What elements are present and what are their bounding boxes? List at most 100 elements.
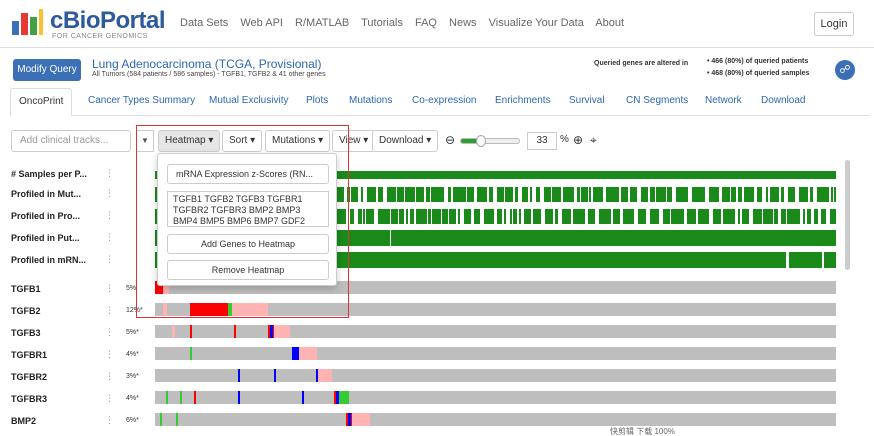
alteration-mark bbox=[274, 369, 276, 382]
gene-label-tgfb2[interactable]: TGFB2 bbox=[11, 306, 41, 316]
track-menu-icon[interactable]: ⋮ bbox=[105, 305, 114, 316]
track-menu-icon[interactable]: ⋮ bbox=[105, 327, 114, 338]
logo-subtitle: FOR CANCER GENOMICS bbox=[52, 33, 148, 40]
tab-cn-segments[interactable]: CN Segments bbox=[626, 88, 688, 116]
tab-mutations[interactable]: Mutations bbox=[349, 88, 392, 116]
track-menu-icon[interactable]: ⋮ bbox=[105, 393, 114, 404]
zoom-in-icon[interactable]: ⊕ bbox=[573, 133, 583, 147]
profiled-track-segment bbox=[821, 209, 826, 224]
tab-co-expression[interactable]: Co-expression bbox=[412, 88, 476, 116]
tab-enrichments[interactable]: Enrichments bbox=[495, 88, 551, 116]
gene-label-tgfb3[interactable]: TGFB3 bbox=[11, 328, 41, 338]
profiled-track-segment bbox=[606, 187, 619, 202]
top-navbar: cBioPortal FOR CANCER GENOMICS Data Sets… bbox=[0, 0, 874, 48]
profiled-track-segment bbox=[623, 209, 634, 224]
profiled-track-segment bbox=[731, 187, 736, 202]
cbioportal-logo[interactable]: cBioPortal FOR CANCER GENOMICS bbox=[10, 7, 166, 41]
zoom-slider-handle[interactable] bbox=[475, 135, 486, 147]
alteration-mark bbox=[292, 347, 299, 360]
gap-mark bbox=[786, 252, 789, 268]
profiled-track-segment bbox=[351, 187, 358, 202]
gene-label-bmp2[interactable]: BMP2 bbox=[11, 416, 36, 426]
download-dropdown[interactable]: Download ▾ bbox=[372, 130, 439, 152]
track-label-profiled-mrna[interactable]: Profiled in mRN... bbox=[11, 255, 86, 265]
tab-mutual-exclusivity[interactable]: Mutual Exclusivity bbox=[209, 88, 288, 116]
profiled-track-segment bbox=[562, 209, 571, 224]
gene-label-tgfb1[interactable]: TGFB1 bbox=[11, 284, 41, 294]
zoom-percent-input[interactable]: 33 bbox=[527, 132, 557, 150]
heatmap-profile-select[interactable]: mRNA Expression z-Scores (RN... bbox=[167, 164, 329, 184]
share-link-icon[interactable]: ☍ bbox=[835, 60, 855, 80]
zoom-slider[interactable] bbox=[460, 135, 520, 147]
tab-oncoprint[interactable]: OncoPrint bbox=[10, 88, 73, 116]
nav-visualize[interactable]: Visualize Your Data bbox=[489, 17, 584, 29]
modify-query-button[interactable]: Modify Query bbox=[13, 59, 81, 81]
track-menu-icon[interactable]: ⋮ bbox=[105, 232, 114, 243]
profiled-track-segment bbox=[552, 187, 561, 202]
profiled-track-segment bbox=[387, 187, 396, 202]
track-label-profiled-pro[interactable]: Profiled in Pro... bbox=[11, 211, 80, 221]
track-menu-icon[interactable]: ⋮ bbox=[105, 210, 114, 221]
gene-label-tgfbr3[interactable]: TGFBR3 bbox=[11, 394, 47, 404]
track-menu-icon[interactable]: ⋮ bbox=[105, 415, 114, 426]
profiled-track-segment bbox=[464, 209, 471, 224]
nav-r-matlab[interactable]: R/MATLAB bbox=[295, 17, 349, 29]
gap-mark bbox=[822, 252, 824, 268]
track-label-samples[interactable]: # Samples per P... bbox=[11, 169, 87, 179]
profiled-track-segment bbox=[589, 187, 591, 202]
gene-pct: 5% bbox=[126, 285, 137, 292]
gene-track-background bbox=[155, 413, 836, 426]
track-label-profiled-mut[interactable]: Profiled in Mut... bbox=[11, 189, 81, 199]
nav-news[interactable]: News bbox=[449, 17, 477, 29]
tab-survival[interactable]: Survival bbox=[569, 88, 605, 116]
profiled-track-segment bbox=[533, 209, 541, 224]
profiled-track-segment bbox=[581, 187, 588, 202]
profiled-track-segment bbox=[497, 187, 504, 202]
nav-about[interactable]: About bbox=[595, 17, 624, 29]
track-menu-icon[interactable]: ⋮ bbox=[105, 188, 114, 199]
tab-cancer-types-summary[interactable]: Cancer Types Summary bbox=[88, 88, 195, 116]
alteration-mark bbox=[238, 391, 240, 404]
nav-tutorials[interactable]: Tutorials bbox=[361, 17, 403, 29]
profiled-track-segment bbox=[744, 187, 754, 202]
track-label-profiled-put[interactable]: Profiled in Put... bbox=[11, 233, 80, 243]
remove-heatmap-button[interactable]: Remove Heatmap bbox=[167, 260, 329, 280]
gene-label-tgfbr2[interactable]: TGFBR2 bbox=[11, 372, 47, 382]
alteration-mark bbox=[194, 391, 196, 404]
profiled-track-segment bbox=[428, 209, 431, 224]
zoom-out-icon[interactable]: ⊖ bbox=[445, 133, 455, 147]
profiled-track-segment bbox=[366, 209, 374, 224]
zoom-unit: % bbox=[560, 134, 569, 145]
oncoprint-scrollbar[interactable] bbox=[845, 160, 850, 270]
nav-web-api[interactable]: Web API bbox=[240, 17, 283, 29]
profiled-track-segment bbox=[667, 187, 672, 202]
alteration-mark bbox=[334, 391, 339, 404]
tab-plots[interactable]: Plots bbox=[306, 88, 328, 116]
track-menu-icon[interactable]: ⋮ bbox=[105, 371, 114, 382]
study-title[interactable]: Lung Adenocarcinoma (TCGA, Provisional) bbox=[92, 57, 321, 71]
profiled-track-segment bbox=[524, 209, 531, 224]
alteration-mark bbox=[346, 413, 352, 426]
heatmap-genes-textarea[interactable]: TGFB1 TGFB2 TGFB3 TGFBR1 TGFBR2 TGFBR3 B… bbox=[167, 191, 329, 227]
profiled-track-segment bbox=[510, 209, 512, 224]
profiled-track-segment bbox=[442, 209, 448, 224]
profiled-track-segment bbox=[477, 187, 487, 202]
altered-label: Queried genes are altered in bbox=[594, 60, 689, 67]
profiled-track-segment bbox=[519, 209, 521, 224]
track-menu-icon[interactable]: ⋮ bbox=[105, 283, 114, 294]
nav-data-sets[interactable]: Data Sets bbox=[180, 17, 228, 29]
track-menu-icon[interactable]: ⋮ bbox=[105, 168, 114, 179]
profiled-track-segment bbox=[814, 209, 818, 224]
profiled-track-segment bbox=[753, 209, 762, 224]
track-menu-icon[interactable]: ⋮ bbox=[105, 254, 114, 265]
alteration-mark bbox=[348, 413, 351, 426]
add-genes-to-heatmap-button[interactable]: Add Genes to Heatmap bbox=[167, 234, 329, 254]
zoom-to-fit-icon[interactable]: ⌖ bbox=[590, 133, 597, 148]
gene-label-tgfbr1[interactable]: TGFBR1 bbox=[11, 350, 47, 360]
tab-download[interactable]: Download bbox=[761, 88, 805, 116]
login-button[interactable]: Login bbox=[814, 12, 854, 36]
track-menu-icon[interactable]: ⋮ bbox=[105, 349, 114, 360]
clinical-tracks-input[interactable]: Add clinical tracks... bbox=[11, 130, 131, 152]
tab-network[interactable]: Network bbox=[705, 88, 742, 116]
nav-faq[interactable]: FAQ bbox=[415, 17, 437, 29]
